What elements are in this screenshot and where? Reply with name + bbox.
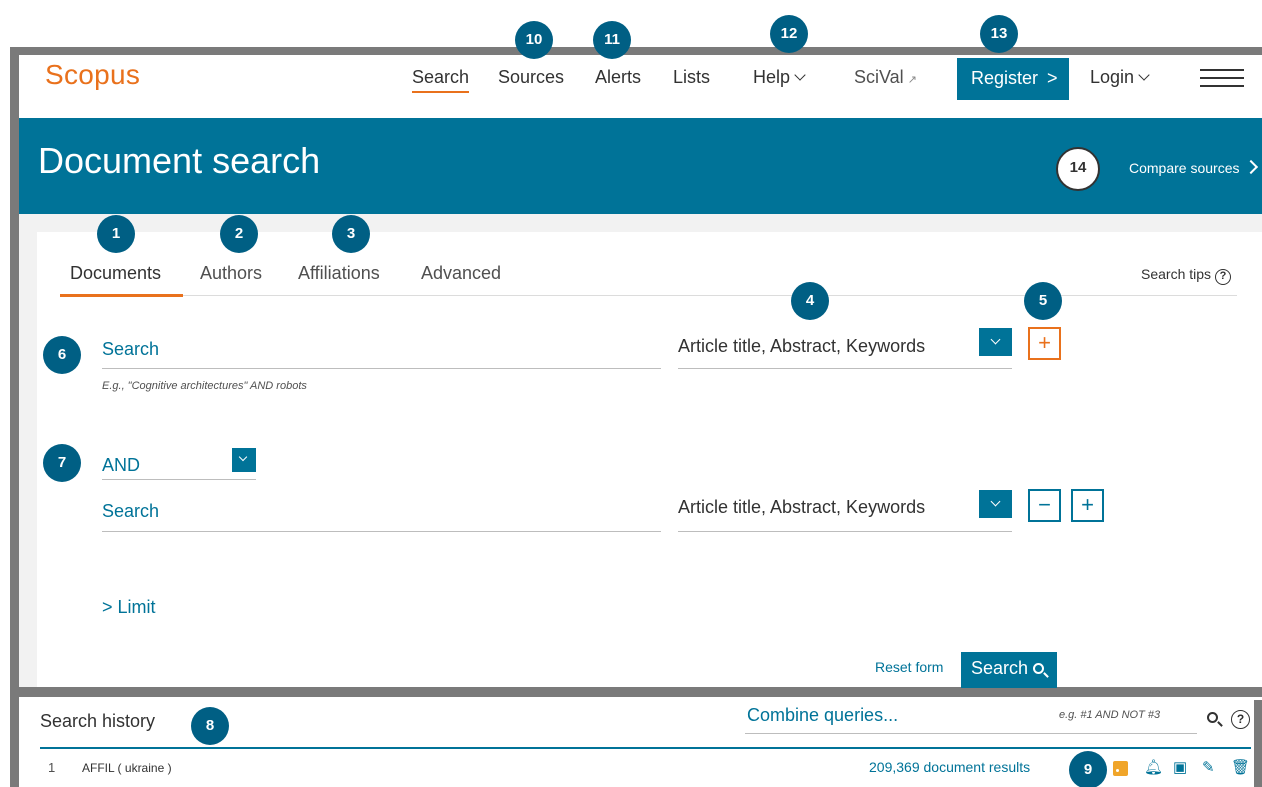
nav-login-label: Login <box>1090 67 1135 87</box>
operator-dropdown-button[interactable] <box>232 448 256 472</box>
callout-badge: 1 <box>97 215 135 253</box>
search-tips-label: Search tips <box>1141 266 1212 282</box>
nav-login[interactable]: Login <box>1090 67 1150 88</box>
nav-help[interactable]: Help <box>753 67 806 88</box>
nav-help-label: Help <box>753 67 791 87</box>
nav-alerts[interactable]: Alerts <box>595 67 641 88</box>
field-dropdown-button[interactable] <box>979 328 1012 356</box>
nav-sources[interactable]: Sources <box>498 67 564 88</box>
callout-badge: 13 <box>980 15 1018 53</box>
screenshot-frame <box>10 47 19 787</box>
callout-badge: 6 <box>43 336 81 374</box>
combine-queries-underline <box>745 733 1197 734</box>
callout-badge: 14 <box>1056 147 1100 191</box>
compare-sources-link[interactable]: Compare sources <box>1129 159 1258 176</box>
history-row-results-link[interactable]: 209,369 document results <box>869 759 1030 775</box>
tab-advanced[interactable]: Advanced <box>421 263 501 284</box>
history-row-query: AFFIL ( ukraine ) <box>82 761 172 775</box>
field-select[interactable]: Article title, Abstract, Keywords <box>678 336 925 357</box>
search-input[interactable]: Search <box>102 339 159 360</box>
tab-documents[interactable]: Documents <box>70 263 161 284</box>
chevron-down-icon <box>990 334 1001 345</box>
external-link-icon: ↗ <box>907 74 917 86</box>
callout-badge: 9 <box>1069 751 1107 787</box>
rss-feed-icon[interactable] <box>1113 761 1128 776</box>
chevron-down-icon <box>794 69 806 81</box>
combine-queries-hint: e.g. #1 AND NOT #3 <box>1059 709 1161 721</box>
callout-badge: 10 <box>515 21 553 59</box>
save-icon[interactable]: ▣ <box>1173 759 1187 777</box>
add-search-field-button-2[interactable]: + <box>1071 489 1104 522</box>
search-input-underline <box>102 368 661 369</box>
callout-badge: 12 <box>770 15 808 53</box>
search-icon[interactable] <box>1207 712 1218 723</box>
callout-badge: 7 <box>43 444 81 482</box>
search-example-hint: E.g., "Cognitive architectures" AND robo… <box>102 380 307 392</box>
help-icon[interactable]: ? <box>1231 710 1250 729</box>
history-divider <box>40 747 1251 749</box>
field-select-underline <box>678 368 1012 369</box>
search-tips-link[interactable]: Search tips? <box>1141 266 1232 285</box>
chevron-down-icon <box>238 452 248 462</box>
callout-badge: 8 <box>191 707 229 745</box>
chevron-right-icon: > <box>1047 68 1058 88</box>
register-label: Register <box>971 68 1039 88</box>
search-icon <box>1033 663 1045 674</box>
trash-icon[interactable]: 🗑︎ <box>1231 759 1250 777</box>
search-form-card <box>37 232 1262 687</box>
tab-authors[interactable]: Authors <box>200 263 262 284</box>
combine-queries-input[interactable]: Combine queries... <box>747 705 898 726</box>
chevron-right-icon <box>1243 159 1258 175</box>
callout-badge: 2 <box>220 215 258 253</box>
chevron-down-icon <box>990 496 1001 507</box>
active-tab-indicator <box>60 294 183 297</box>
callout-badge: 4 <box>791 282 829 320</box>
nav-scival-label: SciVal <box>854 67 904 87</box>
screenshot-frame <box>10 687 1262 697</box>
chevron-right-icon: > <box>102 597 113 617</box>
operator-select[interactable]: AND <box>102 455 140 476</box>
field-select-2-underline <box>678 531 1012 532</box>
top-header: Scopus Search Sources Alerts Lists Help … <box>19 55 1262 118</box>
compare-sources-label: Compare sources <box>1129 160 1240 176</box>
limit-label: Limit <box>117 597 156 617</box>
add-search-field-button[interactable]: + <box>1028 327 1061 360</box>
history-row-number: 1 <box>48 760 56 775</box>
tab-affiliations[interactable]: Affiliations <box>298 263 380 284</box>
search-button[interactable]: Search <box>961 652 1057 688</box>
nav-lists[interactable]: Lists <box>673 67 710 88</box>
remove-search-field-button[interactable]: − <box>1028 489 1061 522</box>
page-title: Document search <box>38 140 321 181</box>
field-dropdown-button-2[interactable] <box>979 490 1012 518</box>
hamburger-menu-icon[interactable] <box>1200 69 1244 89</box>
scopus-logo[interactable]: Scopus <box>45 59 140 91</box>
reset-form-link[interactable]: Reset form <box>875 659 943 675</box>
search-history-title: Search history <box>40 711 156 731</box>
search-button-label: Search <box>971 658 1029 678</box>
help-icon: ? <box>1215 269 1232 285</box>
chevron-down-icon <box>1138 69 1150 81</box>
nav-scival[interactable]: SciVal ↗ <box>854 67 917 88</box>
search-input-2[interactable]: Search <box>102 501 159 522</box>
callout-badge: 3 <box>332 215 370 253</box>
search-input-2-underline <box>102 531 661 532</box>
nav-search[interactable]: Search <box>412 67 470 93</box>
edit-pencil-icon[interactable]: ✎ <box>1202 759 1215 777</box>
bell-alert-icon[interactable]: 🔔︎ <box>1144 759 1163 777</box>
operator-underline <box>102 479 256 480</box>
screenshot-frame <box>1254 700 1262 787</box>
callout-badge: 11 <box>593 21 631 59</box>
callout-badge: 5 <box>1024 282 1062 320</box>
limit-toggle[interactable]: > Limit <box>102 597 156 618</box>
field-select-2[interactable]: Article title, Abstract, Keywords <box>678 497 925 518</box>
screenshot-frame <box>10 47 1262 55</box>
register-button[interactable]: Register > <box>957 58 1069 100</box>
